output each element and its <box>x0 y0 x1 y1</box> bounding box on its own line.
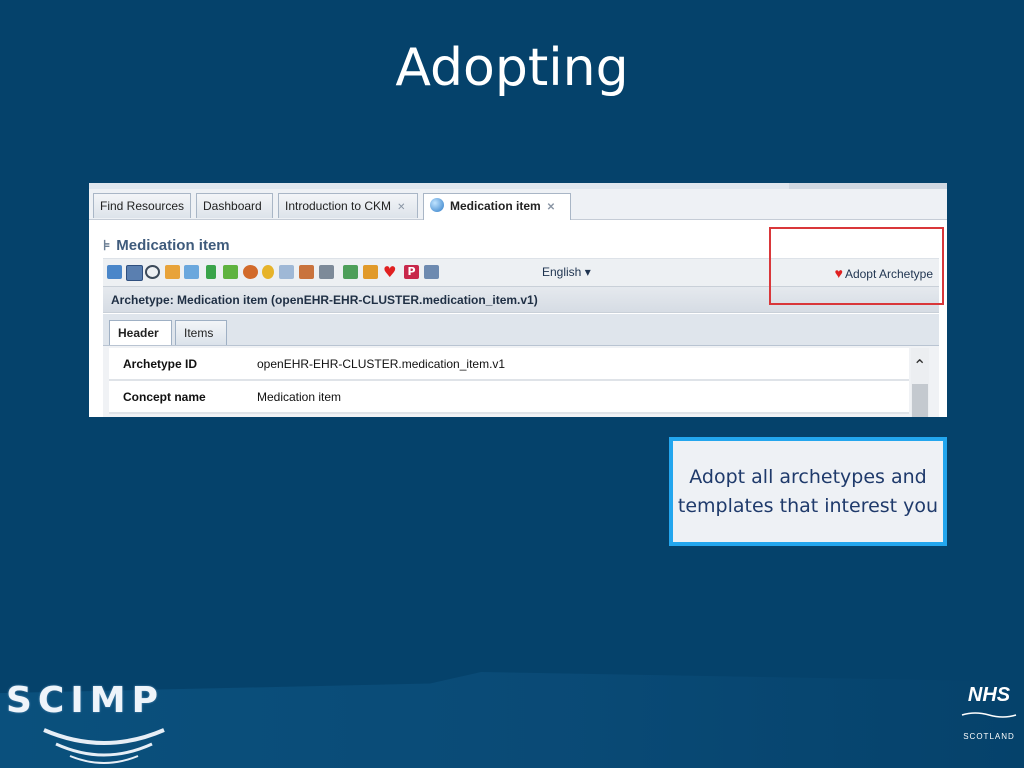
tab-label: Dashboard <box>203 199 262 213</box>
panel-title-text: Medication item <box>116 237 230 254</box>
award-icon[interactable] <box>262 265 274 279</box>
tab-label: Medication item <box>450 199 541 213</box>
scrollbar-thumb[interactable] <box>912 384 928 417</box>
subtab-bar: Header Items <box>103 314 939 346</box>
tab-find-resources[interactable]: Find Resources <box>93 193 191 218</box>
scrollbar[interactable]: ⌃ <box>911 348 929 417</box>
table-row: Concept name Medication item <box>109 381 909 414</box>
language-select[interactable]: English ▾ <box>542 265 591 279</box>
save-icon[interactable] <box>126 265 143 281</box>
row-key: Archetype ID <box>123 357 198 371</box>
puzzle-icon[interactable] <box>223 265 238 279</box>
table-row: Archetype ID openEHR-EHR-CLUSTER.medicat… <box>109 348 909 381</box>
tree-icon: ⊧ <box>103 237 111 253</box>
globe-icon <box>430 198 444 212</box>
heart-icon[interactable]: ♥ <box>383 265 398 280</box>
slide-title: Adopting <box>395 38 629 98</box>
p-icon[interactable]: P <box>404 265 419 279</box>
window-icon[interactable] <box>107 265 122 279</box>
tab-medication-item[interactable]: Medication item ✕ <box>423 193 571 220</box>
email-icon[interactable] <box>424 265 439 279</box>
chevron-down-icon: ▾ <box>584 265 591 279</box>
adl-icon[interactable] <box>165 265 180 279</box>
row-value: openEHR-EHR-CLUSTER.medication_item.v1 <box>257 357 506 371</box>
xml-icon[interactable] <box>184 265 199 279</box>
tab-dashboard[interactable]: Dashboard <box>196 193 273 218</box>
tab-label: Introduction to CKM <box>285 199 392 213</box>
tab-header[interactable]: Header <box>109 320 172 345</box>
nhs-sub-text: SCOTLAND <box>963 732 1015 741</box>
scimp-logo: SCIMP <box>6 680 164 721</box>
people-icon[interactable] <box>299 265 314 279</box>
tab-introduction-to-ckm[interactable]: Introduction to CKM ✕ <box>278 193 418 218</box>
tab-label: Items <box>184 326 214 340</box>
panel-title: ⊧ Medication item <box>103 237 230 254</box>
translate-icon[interactable] <box>363 265 378 279</box>
nhs-logo-text: NHS <box>967 684 1011 706</box>
tab-label: Header <box>118 326 159 340</box>
adopt-highlight-box <box>769 227 944 305</box>
close-icon[interactable]: ✕ <box>397 202 405 213</box>
tab-bar: Find Resources Dashboard Introduction to… <box>89 189 947 220</box>
row-value: Medication item <box>257 390 342 404</box>
tab-label: Find Resources <box>100 199 185 213</box>
mindmap-icon[interactable] <box>145 265 160 279</box>
header-grid: Archetype ID openEHR-EHR-CLUSTER.medicat… <box>103 346 939 417</box>
row-key: Concept name <box>123 390 206 404</box>
tab-items[interactable]: Items <box>175 320 227 345</box>
pie-chart-icon[interactable] <box>243 265 258 279</box>
nhs-scotland-logo: NHS SCOTLAND <box>958 684 1020 741</box>
waves-icon <box>43 728 165 764</box>
close-icon[interactable]: ✕ <box>547 202 555 213</box>
language-label: English <box>542 265 582 279</box>
nhs-wave-icon <box>961 712 1017 718</box>
comment-icon[interactable] <box>319 265 334 279</box>
callout-box: Adopt all archetypes and templates that … <box>669 437 947 546</box>
chevron-up-icon[interactable]: ⌃ <box>913 356 926 375</box>
download-icon[interactable] <box>206 265 216 279</box>
callout-text: Adopt all archetypes and templates that … <box>677 465 939 517</box>
checklist-icon[interactable] <box>343 265 358 279</box>
book-icon[interactable] <box>279 265 294 279</box>
